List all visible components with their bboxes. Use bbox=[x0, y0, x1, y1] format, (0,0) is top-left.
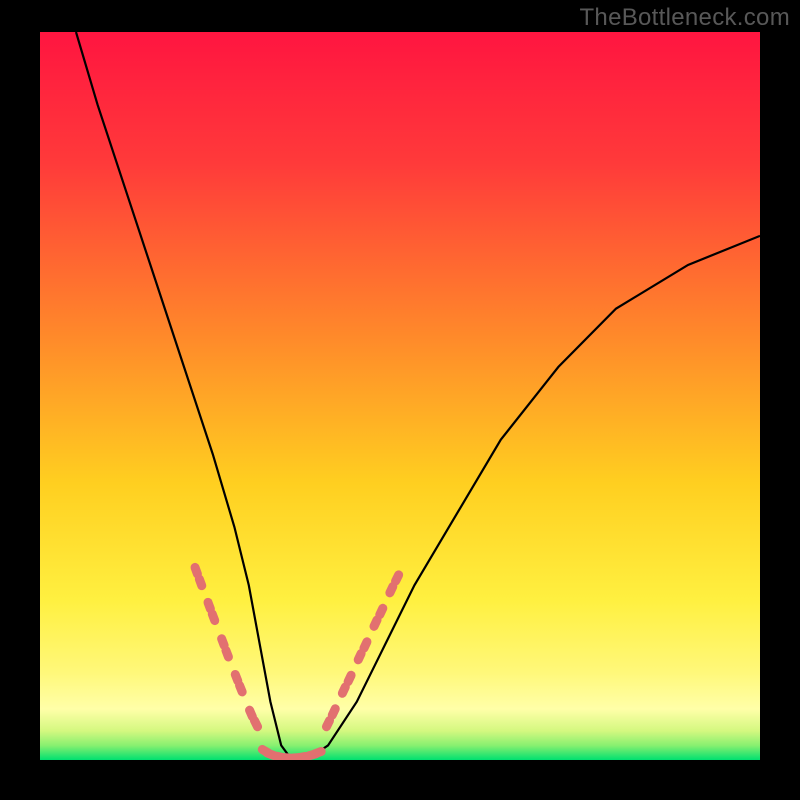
watermark-text: TheBottleneck.com bbox=[579, 4, 790, 32]
chart-plot-area bbox=[40, 32, 760, 760]
chart-frame: TheBottleneck.com bbox=[0, 0, 800, 800]
chart-svg bbox=[40, 32, 760, 760]
chart-gradient-background bbox=[40, 32, 760, 760]
